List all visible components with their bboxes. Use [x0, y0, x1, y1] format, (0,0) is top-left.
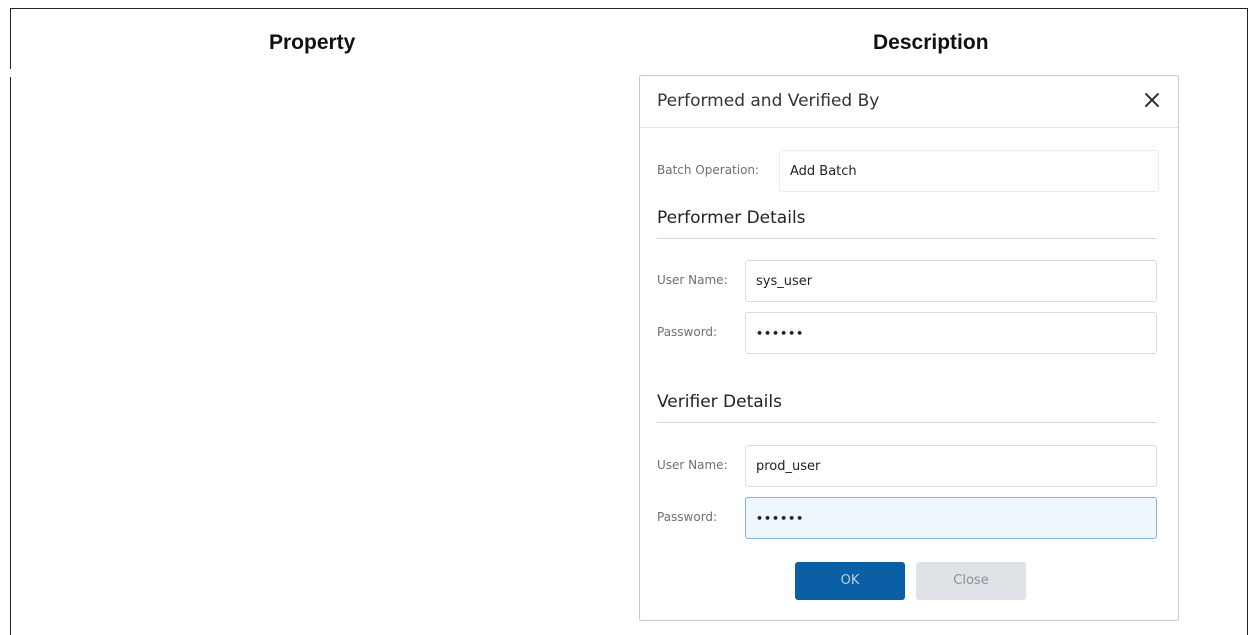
performer-section-divider [657, 238, 1157, 239]
column-header-property: Property [269, 31, 356, 54]
verifier-section-title: Verifier Details [657, 392, 782, 412]
verifier-password-input[interactable]: •••••• [745, 497, 1157, 539]
verifier-username-input[interactable]: prod_user [745, 445, 1157, 487]
performer-password-value: •••••• [756, 327, 805, 340]
batch-operation-row: Batch Operation: Add Batch [657, 150, 1159, 192]
performer-username-label: User Name: [657, 273, 728, 287]
performer-username-value: sys_user [756, 274, 813, 289]
verifier-password-value: •••••• [756, 512, 805, 525]
performer-password-label: Password: [657, 325, 718, 339]
batch-operation-value: Add Batch [779, 150, 1159, 192]
batch-operation-label: Batch Operation: [657, 163, 760, 177]
batch-operation-text: Add Batch [790, 164, 857, 179]
performer-section-title: Performer Details [657, 208, 806, 228]
dialog-title: Performed and Verified By [657, 91, 880, 111]
table-border-gap [10, 69, 13, 77]
dialog-header: Performed and Verified By [640, 76, 1178, 128]
close-button[interactable]: Close [916, 562, 1026, 600]
verifier-username-row: User Name: prod_user [657, 445, 1157, 487]
performer-password-input[interactable]: •••••• [745, 312, 1157, 354]
performed-verified-dialog: Performed and Verified By Batch Operatio… [639, 75, 1179, 621]
column-header-description: Description [873, 31, 989, 54]
performer-password-row: Password: •••••• [657, 312, 1157, 354]
verifier-password-label: Password: [657, 510, 718, 524]
verifier-username-value: prod_user [756, 459, 821, 474]
verifier-username-label: User Name: [657, 458, 728, 472]
verifier-password-row: Password: •••••• [657, 497, 1157, 539]
performer-username-input[interactable]: sys_user [745, 260, 1157, 302]
close-icon[interactable] [1140, 88, 1164, 112]
verifier-section-divider [657, 422, 1157, 423]
performer-username-row: User Name: sys_user [657, 260, 1157, 302]
ok-button[interactable]: OK [795, 562, 905, 600]
